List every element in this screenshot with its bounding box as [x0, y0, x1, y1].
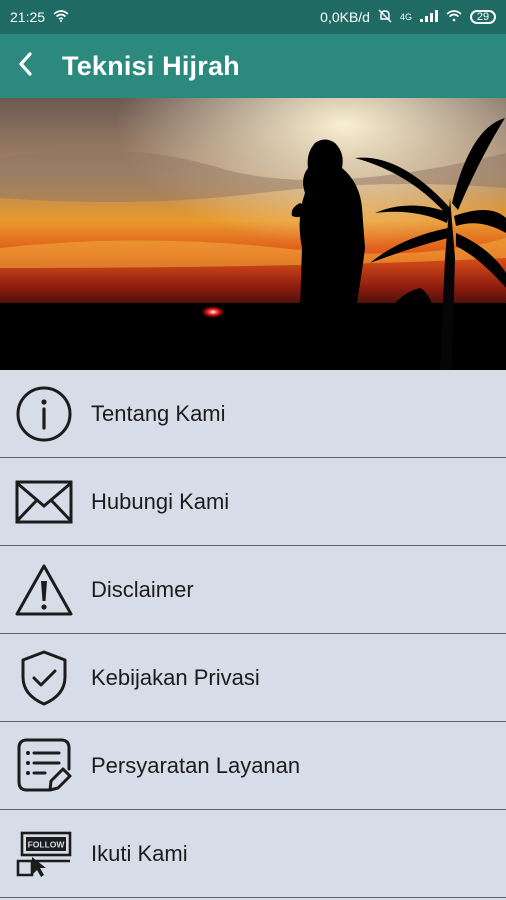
status-time: 21:25	[10, 9, 46, 25]
menu-item-label: Persyaratan Layanan	[91, 752, 301, 778]
menu-item-kebijakan-privasi[interactable]: Kebijakan Privasi	[0, 634, 506, 722]
signal-icon	[420, 9, 438, 25]
menu-item-label: Kebijakan Privasi	[91, 664, 260, 690]
bell-off-icon	[378, 9, 392, 26]
battery-icon: 29	[470, 10, 496, 24]
app-bar: Teknisi Hijrah	[0, 34, 506, 98]
menu-item-label: Hubungi Kami	[91, 488, 230, 514]
svg-text:FOLLOW: FOLLOW	[28, 839, 66, 849]
menu-item-hubungi-kami[interactable]: Hubungi Kami	[0, 458, 506, 546]
menu-item-persyaratan-layanan[interactable]: Persyaratan Layanan	[0, 722, 506, 810]
chevron-left-icon	[16, 51, 36, 82]
status-left: 21:25	[10, 9, 69, 25]
menu-item-label: Tentang Kami	[91, 400, 226, 426]
back-button[interactable]	[6, 46, 46, 86]
status-right: 0,0KB/d 4G 29	[320, 9, 496, 26]
menu-item-tentang-kami[interactable]: Tentang Kami	[0, 370, 506, 458]
page-title: Teknisi Hijrah	[62, 50, 240, 81]
battery-level: 29	[476, 11, 490, 23]
document-pen-icon	[14, 736, 74, 796]
network-speed: 0,0KB/d	[320, 9, 370, 25]
menu-item-disclaimer[interactable]: Disclaimer	[0, 546, 506, 634]
wifi-icon	[446, 9, 462, 25]
info-icon	[14, 384, 74, 444]
warning-icon	[14, 560, 74, 620]
follow-icon: FOLLOW	[14, 824, 74, 884]
network-type: 4G	[399, 12, 412, 22]
wifi-icon	[53, 9, 69, 25]
banner-image	[0, 98, 506, 370]
shield-check-icon	[14, 648, 74, 708]
menu-item-ikuti-kami[interactable]: FOLLOW Ikuti Kami	[0, 810, 506, 898]
menu-item-label: Disclaimer	[91, 576, 194, 602]
sunset-silhouette-image	[0, 98, 506, 370]
menu-list: Tentang Kami Hubungi Kami Disclaimer Keb…	[0, 370, 506, 898]
menu-item-label: Ikuti Kami	[91, 840, 188, 866]
envelope-icon	[14, 472, 74, 532]
status-bar: 21:25 0,0KB/d 4G 29	[0, 0, 506, 34]
